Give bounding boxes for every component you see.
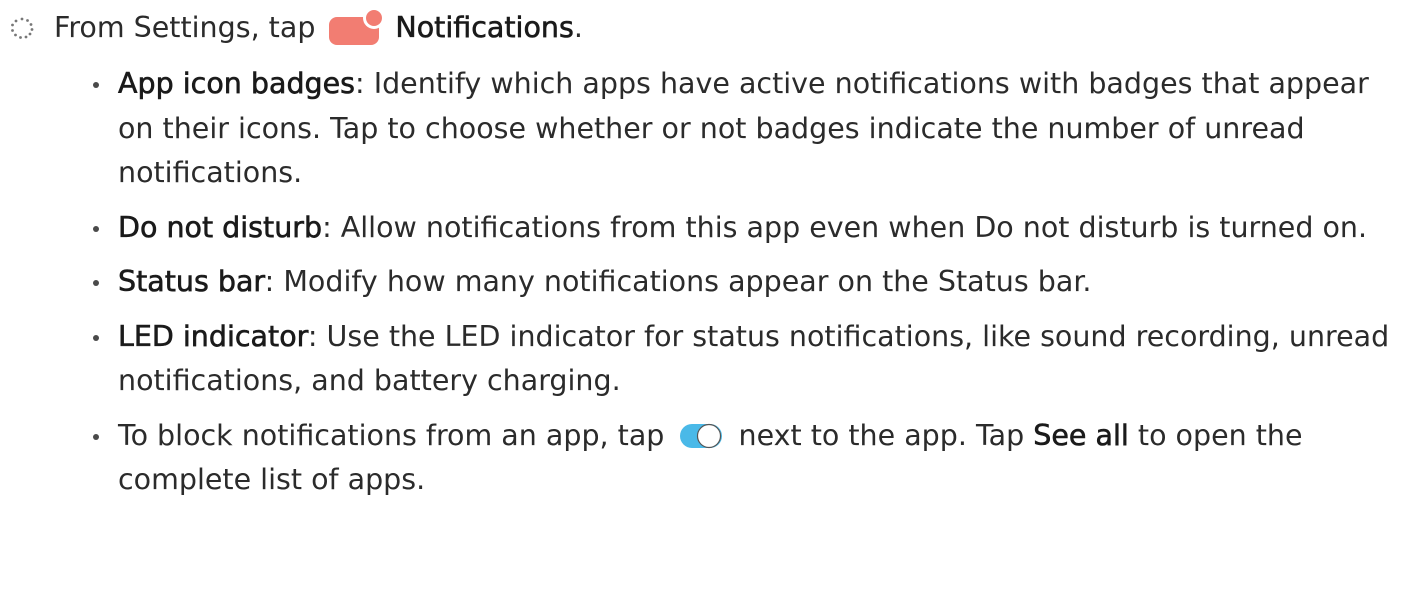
option-separator: : <box>322 210 341 244</box>
block-text-middle: next to the app. Tap <box>738 418 1025 452</box>
list-item-led-indicator: LED indicator: Use the LED indicator for… <box>93 315 1402 404</box>
option-term: Status bar <box>118 265 265 299</box>
option-separator: : <box>264 265 284 298</box>
option-description: Modify how many notifications appear on … <box>283 265 1092 298</box>
notifications-settings-icon <box>329 8 386 45</box>
list-item-status-bar: Status bar: Modify how many notification… <box>93 260 1402 305</box>
list-item-block-notifications: To block notifications from an app, tap … <box>93 414 1402 503</box>
notification-options-list: App icon badges: Identify which apps hav… <box>93 62 1402 513</box>
list-item-app-icon-badges: App icon badges: Identify which apps hav… <box>93 62 1402 196</box>
see-all-label: See all <box>1033 418 1129 452</box>
notifications-setting-name: Notifications <box>395 11 574 45</box>
dotted-circle-icon <box>11 17 34 39</box>
step-suffix-text: . <box>573 11 583 44</box>
option-term: LED indicator <box>118 319 308 353</box>
step-prefix-text: From Settings, tap <box>54 11 316 44</box>
step-instruction: From Settings, tap Notifications. <box>4 6 583 50</box>
option-separator: : <box>307 319 327 353</box>
option-term: App icon badges <box>118 67 356 101</box>
list-item-do-not-disturb: Do not disturb: Allow notifications from… <box>93 206 1402 251</box>
option-separator: : <box>355 67 374 100</box>
option-term: Do not disturb <box>118 210 323 244</box>
option-description: Allow notifications from this app even w… <box>340 210 1368 244</box>
toggle-switch-icon <box>680 423 723 448</box>
block-text-before: To block notifications from an app, tap <box>118 418 665 452</box>
